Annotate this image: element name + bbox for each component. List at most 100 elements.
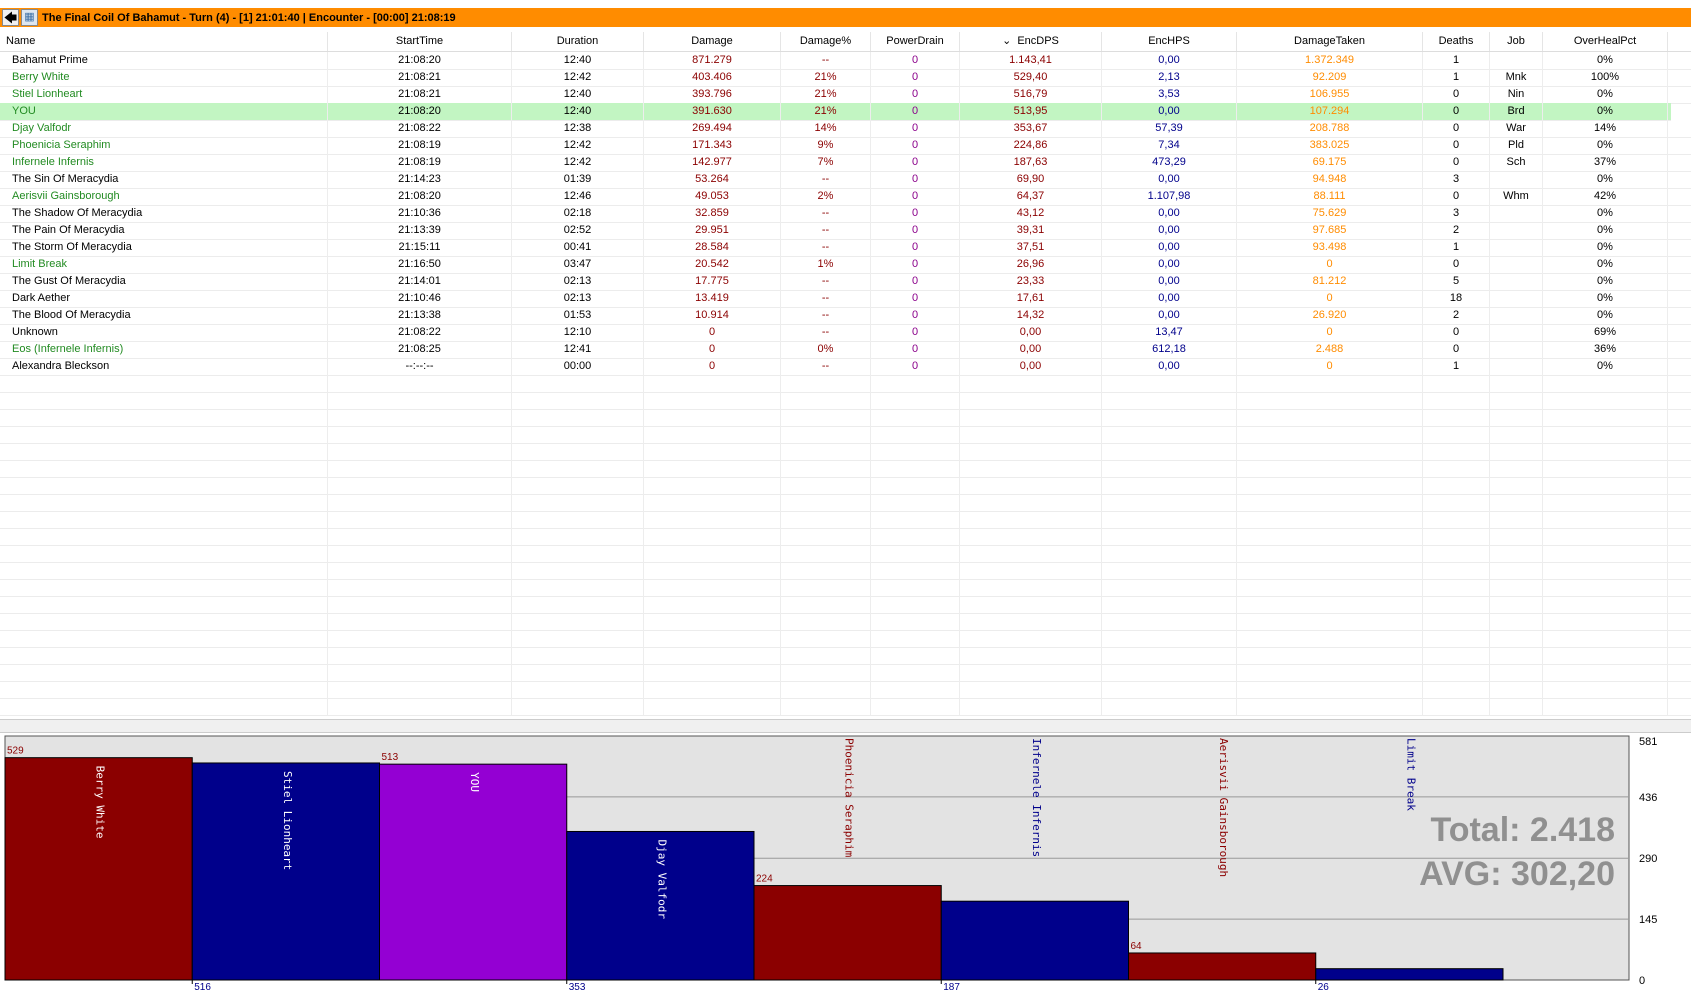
column-header-deaths[interactable]: Deaths	[1423, 32, 1490, 51]
empty-cell	[1490, 426, 1543, 443]
empty-cell	[781, 647, 871, 664]
empty-row	[0, 477, 1691, 495]
cell-start: 21:14:23	[328, 171, 512, 188]
empty-cell	[512, 664, 644, 681]
cell-hps: 57,39	[1102, 120, 1237, 137]
empty-cell	[512, 579, 644, 596]
table-row[interactable]: Berry White 21:08:21 12:42 403.406 21% 0 529,4…	[0, 69, 1691, 87]
column-header-name[interactable]: Name	[0, 32, 328, 51]
combatant-table[interactable]: Name StartTime Duration Damage Damage% PowerD…	[0, 32, 1691, 719]
column-header-encdps[interactable]: ⌄ EncDPS	[960, 32, 1102, 51]
cell-deaths: 1	[1423, 239, 1490, 256]
empty-cell	[871, 613, 960, 630]
empty-cell	[1237, 613, 1423, 630]
cell-hps: 612,18	[1102, 341, 1237, 358]
cell-name: The Blood Of Meracydia	[0, 307, 328, 324]
column-header-damage[interactable]: Damage	[644, 32, 781, 51]
empty-cell	[871, 664, 960, 681]
dps-bar-chart: 0 145 290 436 581 Berry White 529 Stiel Lionhea…	[4, 735, 1657, 991]
empty-row	[0, 528, 1691, 546]
empty-cell	[644, 613, 781, 630]
empty-cell	[644, 545, 781, 562]
column-header-overhealpct[interactable]: OverHealPct	[1543, 32, 1668, 51]
column-header-duration[interactable]: Duration	[512, 32, 644, 51]
cell-start: 21:08:20	[328, 103, 512, 120]
table-row[interactable]: Bahamut Prime 21:08:20 12:40 871.279 -- 0 1.14…	[0, 52, 1691, 70]
table-row[interactable]: Dark Aether 21:10:46 02:13 13.419 -- 0 17,61 0,…	[0, 290, 1691, 308]
cell-oh: 0%	[1543, 307, 1668, 324]
empty-cell	[0, 409, 328, 426]
bar-infernele-infernis	[940, 900, 1129, 981]
column-header-powerdrain[interactable]: PowerDrain	[871, 32, 960, 51]
cell-dmg: 20.542	[644, 256, 781, 273]
empty-cell	[781, 511, 871, 528]
dps-graph: 0 145 290 436 581 Berry White 529 Stiel Lionhea…	[0, 733, 1691, 991]
table-row[interactable]: Eos (Infernele Infernis) 21:08:25 12:41 0 0%…	[0, 341, 1691, 359]
table-row[interactable]: Alexandra Bleckson --:--:-- 00:00 0 -- 0 0,00 0…	[0, 358, 1691, 376]
cell-oh: 0%	[1543, 103, 1668, 120]
column-header-label: Job	[1507, 35, 1525, 47]
cell-deaths: 2	[1423, 307, 1490, 324]
cell-start: 21:08:22	[328, 324, 512, 341]
cell-hps: 0,00	[1102, 52, 1237, 69]
empty-cell	[328, 392, 512, 409]
column-header-damage-[interactable]: Damage%	[781, 32, 871, 51]
cell-dur: 12:40	[512, 103, 644, 120]
empty-cell	[328, 579, 512, 596]
cell-name: Bahamut Prime	[0, 52, 328, 69]
table-row[interactable]: The Pain Of Meracydia 21:13:39 02:52 29.951…	[0, 222, 1691, 240]
cell-dps: 224,86	[960, 137, 1102, 154]
empty-cell	[1490, 392, 1543, 409]
empty-cell	[871, 545, 960, 562]
empty-row	[0, 460, 1691, 478]
table-row[interactable]: The Blood Of Meracydia 21:13:38 01:53 10.91…	[0, 307, 1691, 325]
table-row[interactable]: Phoenicia Seraphim 21:08:19 12:42 171.343 9%…	[0, 137, 1691, 155]
empty-cell	[512, 477, 644, 494]
cell-oh: 0%	[1543, 222, 1668, 239]
empty-cell	[871, 409, 960, 426]
empty-cell	[1543, 409, 1668, 426]
empty-cell	[781, 698, 871, 715]
table-row[interactable]: The Gust Of Meracydia 21:14:01 02:13 17.775…	[0, 273, 1691, 291]
cell-hps: 0,00	[1102, 290, 1237, 307]
table-row[interactable]: Djay Valfodr 21:08:22 12:38 269.494 14% 0 353,…	[0, 120, 1691, 138]
column-header-enchps[interactable]: EncHPS	[1102, 32, 1237, 51]
encounter-title: The Final Coil Of Bahamut - Turn (4) - […	[42, 11, 456, 24]
empty-cell	[1102, 375, 1237, 392]
empty-cell	[871, 630, 960, 647]
back-arrow-icon[interactable]: 🡄	[2, 9, 19, 26]
empty-cell	[512, 426, 644, 443]
cell-deaths: 1	[1423, 69, 1490, 86]
cell-dmg: 269.494	[644, 120, 781, 137]
empty-cell	[960, 477, 1102, 494]
column-header-damagetaken[interactable]: DamageTaken	[1237, 32, 1423, 51]
table-row[interactable]: Stiel Lionheart 21:08:21 12:40 393.796 21% 0 5…	[0, 86, 1691, 104]
table-row[interactable]: The Sin Of Meracydia 21:14:23 01:39 53.264-…	[0, 171, 1691, 189]
cell-pct: 21%	[781, 86, 871, 103]
empty-cell	[1543, 375, 1668, 392]
cell-dps: 353,67	[960, 120, 1102, 137]
table-row[interactable]: Unknown 21:08:22 12:10 0 -- 0 0,00 13,47 0 0 69%	[0, 324, 1691, 342]
cell-dur: 02:13	[512, 273, 644, 290]
empty-cell	[0, 375, 328, 392]
table-row[interactable]: Infernele Infernis 21:08:19 12:42 142.977 7%…	[0, 154, 1691, 172]
table-row[interactable]: Limit Break 21:16:50 03:47 20.542 1% 0 26,96 0,…	[0, 256, 1691, 274]
cell-dmg: 10.914	[644, 307, 781, 324]
empty-cell	[960, 647, 1102, 664]
column-header-job[interactable]: Job	[1490, 32, 1543, 51]
table-row[interactable]: Aerisvii Gainsborough 21:08:20 12:46 49.053…	[0, 188, 1691, 206]
table-row[interactable]: YOU 21:08:20 12:40 391.630 21% 0 513,95 0,00 107…	[0, 103, 1671, 121]
empty-cell	[1237, 460, 1423, 477]
cell-dmg: 32.859	[644, 205, 781, 222]
column-header-starttime[interactable]: StartTime	[328, 32, 512, 51]
panel-splitter[interactable]	[0, 719, 1691, 733]
empty-cell	[781, 630, 871, 647]
picture-icon[interactable]: ▦	[21, 9, 38, 26]
empty-row	[0, 664, 1691, 682]
empty-row	[0, 579, 1691, 597]
cell-pd: 0	[871, 324, 960, 341]
table-row[interactable]: The Shadow Of Meracydia 21:10:36 02:18 32.8…	[0, 205, 1691, 223]
cell-taken: 0	[1237, 358, 1423, 375]
empty-cell	[1102, 392, 1237, 409]
table-row[interactable]: The Storm Of Meracydia 21:15:11 00:41 28.58…	[0, 239, 1691, 257]
